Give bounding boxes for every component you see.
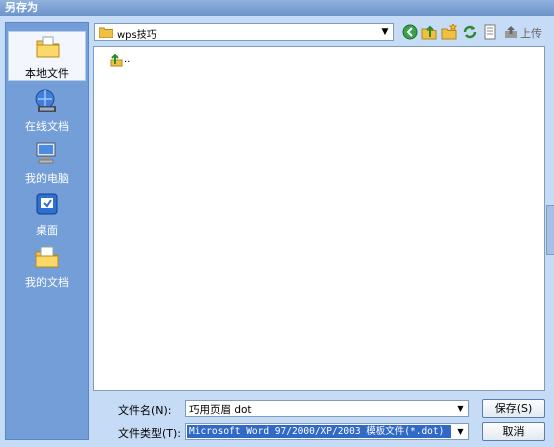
filename-input[interactable]: 巧用页眉 dot ▼ <box>185 400 469 417</box>
filename-label: 文件名(N): <box>118 404 172 417</box>
up-folder-icon[interactable] <box>421 24 437 40</box>
side-panel-toggle[interactable] <box>546 205 554 255</box>
online-docs-icon <box>35 89 56 112</box>
place-label: 我的电脑 <box>25 172 69 185</box>
file-list[interactable]: .. <box>93 46 545 391</box>
refresh-icon[interactable] <box>462 24 478 40</box>
place-label: 在线文档 <box>25 120 69 133</box>
dialog-title: 另存为 <box>0 0 554 16</box>
place-label: 我的文档 <box>25 276 69 289</box>
save-button[interactable]: 保存(S) <box>482 399 545 418</box>
location-select[interactable]: wps技巧 ▼ <box>94 23 394 41</box>
my-documents-icon <box>35 246 59 268</box>
back-icon[interactable] <box>402 24 418 40</box>
place-online-docs[interactable]: 在线文档 <box>8 85 86 135</box>
list-item-label: .. <box>124 54 131 65</box>
places-bar: 本地文件 在线文档 我的电脑 桌面 我的文档 <box>5 22 89 440</box>
chevron-down-icon[interactable]: ▼ <box>454 402 467 415</box>
view-menu-icon[interactable] <box>482 24 498 40</box>
filetype-label: 文件类型(T): <box>118 427 182 440</box>
chevron-down-icon[interactable]: ▼ <box>379 26 391 38</box>
filename-value: 巧用页眉 dot <box>189 404 252 416</box>
filetype-value: Microsoft Word 97/2000/XP/2003 模板文件(*.do… <box>187 425 451 438</box>
place-label: 桌面 <box>36 224 58 237</box>
my-computer-icon <box>36 142 56 164</box>
place-my-computer[interactable]: 我的电脑 <box>8 137 86 187</box>
location-text: wps技巧 <box>117 30 157 41</box>
upload-label: 上传 <box>520 27 542 40</box>
upload-icon <box>505 26 517 38</box>
place-local-files[interactable]: 本地文件 <box>8 31 86 81</box>
filetype-select[interactable]: Microsoft Word 97/2000/XP/2003 模板文件(*.do… <box>185 423 469 440</box>
chevron-down-icon[interactable]: ▼ <box>454 425 467 438</box>
cancel-button[interactable]: 取消 <box>482 422 545 441</box>
local-folder-icon <box>36 36 60 58</box>
place-desktop[interactable]: 桌面 <box>8 189 86 239</box>
place-label: 本地文件 <box>25 67 69 80</box>
up-folder-icon <box>110 54 123 67</box>
desktop-icon <box>36 193 58 215</box>
save-as-dialog: 另存为 本地文件 在线文档 我的电脑 桌面 我的文档 wps技巧 ▼ 上传 ..… <box>0 0 554 447</box>
new-folder-icon[interactable] <box>441 24 457 40</box>
folder-icon <box>99 27 113 38</box>
place-my-documents[interactable]: 我的文档 <box>8 241 86 291</box>
